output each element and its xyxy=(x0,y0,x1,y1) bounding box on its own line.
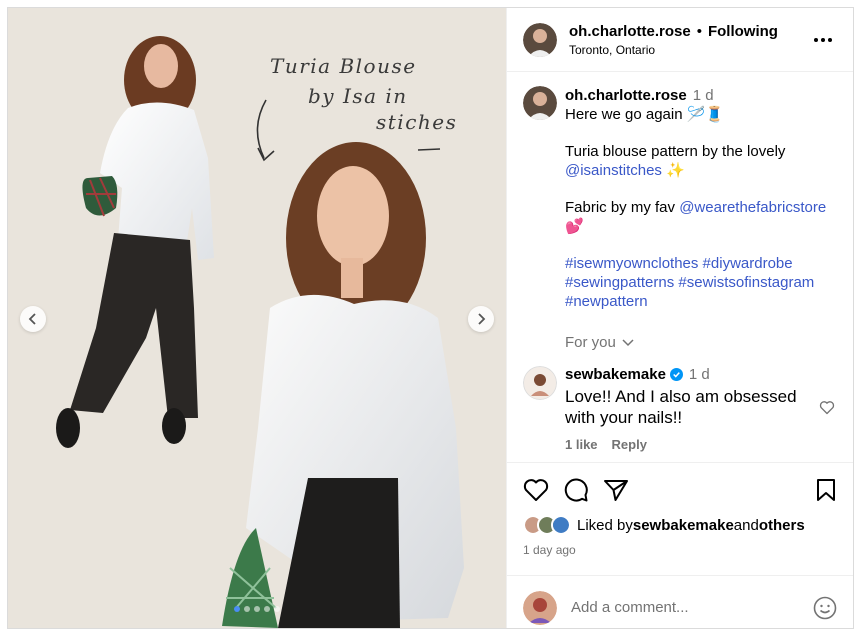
add-comment-input[interactable] xyxy=(571,599,813,616)
hashtag-line[interactable]: #newpattern xyxy=(565,292,837,311)
comments-scroll-area[interactable]: oh.charlotte.rose 1 d Here we go again 🪡🧵… xyxy=(507,72,853,462)
post-caption: oh.charlotte.rose 1 d Here we go again 🪡🧵… xyxy=(523,86,837,352)
emoji-button[interactable] xyxy=(813,596,837,620)
dot-icon xyxy=(828,37,832,42)
handwritten-line-2: by Isa in xyxy=(308,84,408,108)
for-you-dropdown[interactable]: For you xyxy=(565,333,837,352)
heart-icon xyxy=(819,401,835,415)
verified-badge-icon xyxy=(669,368,683,381)
chevron-left-icon xyxy=(28,313,36,325)
chevron-down-icon xyxy=(622,338,634,346)
liked-by-user[interactable]: sewbakemake xyxy=(633,517,734,534)
handwritten-line-3: stiches xyxy=(376,110,458,134)
emoji: ✨ xyxy=(661,162,685,179)
handwritten-line-1: Turia Blouse xyxy=(270,54,417,78)
save-button[interactable] xyxy=(815,478,837,502)
heart-icon xyxy=(523,479,549,501)
carousel-dot xyxy=(254,606,260,612)
carousel-dot xyxy=(264,606,270,612)
reply-button[interactable]: Reply xyxy=(612,437,647,452)
comment-text: Love!! And I also am obsessed with your … xyxy=(565,387,797,427)
caption-text: Fabric by my fav xyxy=(565,199,680,216)
header-separator: • xyxy=(696,22,702,40)
liker-avatars[interactable] xyxy=(523,515,571,535)
post-actions: Liked by sewbakemake and others 1 day ag… xyxy=(507,462,853,628)
caption-author-avatar[interactable] xyxy=(523,86,557,120)
comment-likes-count[interactable]: 1 like xyxy=(565,437,598,452)
hashtag-line[interactable]: #sewingpatterns #sewistsofinstagram xyxy=(565,273,837,292)
more-options-button[interactable] xyxy=(809,28,837,52)
comment-item: sewbakemake 1 d Love!! And I also am obs… xyxy=(523,366,837,452)
commenter-avatar[interactable] xyxy=(523,366,557,400)
liked-by-middle: and xyxy=(733,516,759,534)
author-avatar[interactable] xyxy=(523,22,557,57)
hashtag-line[interactable]: #isewmyownclothes #diywardrobe xyxy=(565,254,837,273)
bookmark-icon xyxy=(817,479,835,501)
comment-like-button[interactable] xyxy=(819,400,835,420)
smiley-icon xyxy=(813,596,837,619)
post-side-panel: oh.charlotte.rose • Following Toronto, O… xyxy=(506,8,853,628)
for-you-label: For you xyxy=(565,334,616,351)
next-slide-button[interactable] xyxy=(468,306,494,332)
caption-text: Turia blouse pattern by the lovely xyxy=(565,143,786,160)
carousel-dots xyxy=(234,606,280,612)
mention-link[interactable]: @wearethefabricstore xyxy=(679,199,826,216)
comment-icon xyxy=(564,478,588,502)
likes-summary: Liked by sewbakemake and others xyxy=(523,515,837,535)
post-modal: Turia Blouse by Isa in stiches oh.charlo… xyxy=(7,7,854,629)
previous-slide-button[interactable] xyxy=(20,306,46,332)
chevron-right-icon xyxy=(478,313,486,325)
caption-time: 1 d xyxy=(692,87,714,104)
comment-button[interactable] xyxy=(563,477,589,503)
carousel-dot xyxy=(244,606,250,612)
post-location[interactable]: Toronto, Ontario xyxy=(569,43,809,57)
share-button[interactable] xyxy=(603,478,629,502)
commenter-username[interactable]: sewbakemake xyxy=(565,366,666,383)
dot-icon xyxy=(821,37,825,42)
post-media: Turia Blouse by Isa in stiches xyxy=(8,8,506,628)
add-comment-bar xyxy=(507,575,853,636)
caption-username[interactable]: oh.charlotte.rose xyxy=(565,87,687,104)
caption-line-1: Here we go again 🪡🧵 xyxy=(565,106,725,123)
comment-time: 1 d xyxy=(688,366,710,383)
liked-by-others[interactable]: others xyxy=(759,517,805,534)
dot-icon xyxy=(814,37,818,42)
viewer-avatar xyxy=(523,590,557,625)
mention-link[interactable]: @isainstitches xyxy=(565,162,662,179)
post-date[interactable]: 1 day ago xyxy=(523,543,837,557)
like-button[interactable] xyxy=(523,478,549,502)
emoji: 💕 xyxy=(565,218,584,235)
post-photo xyxy=(8,8,506,628)
liked-by-prefix: Liked by xyxy=(577,516,633,534)
carousel-dot xyxy=(274,606,280,612)
liker-avatar xyxy=(551,515,571,535)
author-username[interactable]: oh.charlotte.rose xyxy=(569,23,691,40)
following-button[interactable]: Following xyxy=(708,23,778,40)
paper-plane-icon xyxy=(604,480,628,501)
carousel-dot xyxy=(234,606,240,612)
post-header: oh.charlotte.rose • Following Toronto, O… xyxy=(507,8,853,72)
